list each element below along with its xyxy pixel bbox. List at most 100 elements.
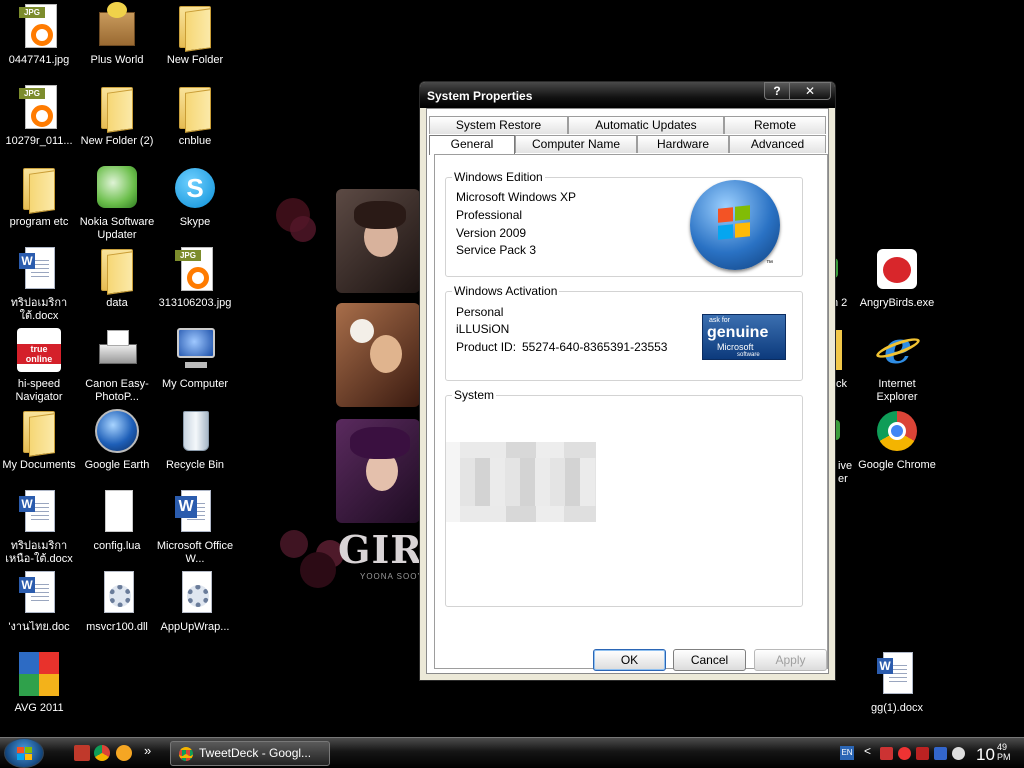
- desktop-icon-my-computer[interactable]: My Computer: [156, 326, 234, 391]
- file-icon: [93, 488, 141, 536]
- wallpaper-photo: [336, 303, 420, 407]
- chrome-icon: [873, 407, 921, 455]
- product-id-value: 55274-640-8365391-23553: [522, 340, 668, 354]
- angry-bird-icon: [873, 245, 921, 293]
- tray-app-icon[interactable]: [880, 747, 893, 760]
- desktop-icon-trip-south-america[interactable]: W ทริปอเมริกาใต้.docx: [0, 245, 78, 323]
- desktop-icon-new-folder-2[interactable]: New Folder (2): [78, 83, 156, 148]
- desktop-icon-313106203-jpg[interactable]: JPG 313106203.jpg: [156, 245, 234, 310]
- desktop-icon-internet-explorer[interactable]: e Internet Explorer: [858, 326, 936, 404]
- desktop-icon-msvcr100-dll[interactable]: msvcr100.dll: [78, 569, 156, 634]
- chrome-icon[interactable]: [94, 745, 110, 761]
- desktop-icon-appupwrap[interactable]: AppUpWrap...: [156, 569, 234, 634]
- desktop-icon-google-chrome[interactable]: Google Chrome: [858, 407, 936, 472]
- desktop-icon-google-earth[interactable]: Google Earth: [78, 407, 156, 472]
- tab-advanced[interactable]: Advanced: [729, 135, 826, 153]
- desktop-icon-program-etc[interactable]: program etc: [0, 164, 78, 229]
- taskbar-button-tweetdeck[interactable]: TweetDeck - Googl...: [170, 741, 330, 766]
- clock-minute: 49: [997, 742, 1008, 752]
- desktop-icon-label: Google Chrome: [858, 459, 936, 471]
- internet-explorer-icon: e: [873, 326, 922, 374]
- chrome-icon: [179, 747, 193, 761]
- desktop-icon-plus-world[interactable]: Plus World: [78, 2, 156, 67]
- computer-icon: [171, 326, 219, 374]
- desktop-icon-my-documents[interactable]: My Documents: [0, 407, 78, 472]
- desktop-icon-label: program etc: [9, 216, 69, 228]
- desktop-icon-label: 'งานไทย.doc: [8, 621, 70, 633]
- desktop-icon-gg1-docx[interactable]: W gg(1).docx: [858, 650, 936, 715]
- desktop-icon-recycle-bin[interactable]: Recycle Bin: [156, 407, 234, 472]
- desktop-icon-label: ทริปอเมริกาเหนือ-ใต้.docx: [5, 540, 73, 565]
- word-icon: W: [171, 488, 219, 536]
- desktop-icon-canon-easy-photoprint[interactable]: Canon Easy-PhotoP...: [78, 326, 156, 404]
- tab-system-restore[interactable]: System Restore: [429, 116, 568, 134]
- tray-app-icon[interactable]: [898, 747, 911, 760]
- help-button[interactable]: ?: [764, 82, 790, 100]
- volume-icon[interactable]: [952, 747, 965, 760]
- tab-computer-name[interactable]: Computer Name: [515, 135, 637, 153]
- desktop-icon-label: gg(1).docx: [871, 702, 923, 714]
- desktop-icon-label: Nokia Software Updater: [79, 216, 155, 241]
- desktop-icon-hi-speed-navigator[interactable]: true online hi-speed Navigator: [0, 326, 78, 404]
- folder-icon: [171, 2, 219, 52]
- bokeh-circle: [290, 216, 316, 242]
- jpg-file-icon: JPG: [171, 245, 219, 293]
- redacted-system-info: [446, 442, 596, 522]
- desktop-icon-trip-north-south-america[interactable]: W ทริปอเมริกาเหนือ-ใต้.docx: [0, 488, 78, 566]
- genuine-microsoft-badge[interactable]: ask for genuine Microsoft software: [702, 314, 786, 360]
- clock-ampm: PM: [997, 752, 1011, 762]
- registered-user: Personal: [456, 305, 504, 319]
- desktop-icon-10279r[interactable]: JPG 10279r_011...: [0, 83, 78, 148]
- folder-icon: [171, 83, 219, 133]
- desktop-icon-data[interactable]: data: [78, 245, 156, 310]
- close-button[interactable]: ✕: [789, 82, 831, 100]
- language-indicator[interactable]: EN: [840, 746, 854, 760]
- desktop-icon-angrybirds[interactable]: AngryBirds.exe: [858, 245, 936, 310]
- desktop-icon-config-lua[interactable]: config.lua: [78, 488, 156, 553]
- desktop-icon-label: Recycle Bin: [165, 459, 225, 471]
- ok-button[interactable]: OK: [593, 649, 666, 671]
- desktop-icon-label: hi-speed Navigator: [15, 378, 63, 403]
- apply-button[interactable]: Apply: [754, 649, 827, 671]
- group-label: System: [452, 388, 497, 402]
- desktop-icon-new-folder[interactable]: New Folder: [156, 2, 234, 67]
- desktop-icon-thai-work-doc[interactable]: W 'งานไทย.doc: [0, 569, 78, 634]
- folder-icon: [93, 245, 141, 295]
- dialog-body: System Restore Automatic Updates Remote …: [426, 108, 829, 674]
- tab-automatic-updates[interactable]: Automatic Updates: [568, 116, 724, 134]
- start-button[interactable]: [4, 738, 44, 768]
- globe-icon: [93, 407, 141, 455]
- partial-icon-yellow[interactable]: [836, 330, 842, 370]
- quicklaunch-overflow[interactable]: »: [144, 743, 151, 758]
- tray-app-icon[interactable]: [916, 747, 929, 760]
- desktop-icon-cnblue[interactable]: cnblue: [156, 83, 234, 148]
- service-pack: Service Pack 3: [456, 243, 537, 257]
- show-hidden-icons-arrow[interactable]: <: [864, 744, 871, 758]
- desktop-icon-label: 10279r_011...: [5, 135, 73, 147]
- network-icon[interactable]: [934, 747, 947, 760]
- windows-activation-group: Windows Activation Personal iLLUSiON Pro…: [445, 284, 803, 381]
- title-bar[interactable]: System Properties ? ✕: [420, 82, 835, 108]
- desktop-icon-avg-2011[interactable]: AVG 2011: [0, 650, 78, 715]
- desktop-icon-label: New Folder (2): [80, 135, 154, 147]
- quicklaunch-app-icon[interactable]: [116, 745, 132, 761]
- taskbar: » TweetDeck - Googl... EN < 10 49 PM: [0, 737, 1024, 768]
- box-icon: [93, 2, 141, 50]
- trademark-symbol: ™: [766, 260, 773, 267]
- desktop-icon-label: My Computer: [161, 378, 229, 390]
- tab-hardware[interactable]: Hardware: [637, 135, 729, 153]
- cancel-button[interactable]: Cancel: [673, 649, 746, 671]
- window-title: System Properties: [427, 89, 533, 103]
- desktop-icon-label: cnblue: [178, 135, 212, 147]
- system-properties-window[interactable]: System Properties ? ✕ System Restore Aut…: [419, 81, 836, 681]
- tab-remote[interactable]: Remote: [724, 116, 826, 134]
- tab-general[interactable]: General: [429, 135, 515, 155]
- desktop-icon-label: Google Earth: [84, 459, 150, 471]
- desktop-icon-microsoft-office-word[interactable]: W Microsoft Office W...: [156, 488, 234, 566]
- desktop-icon-skype[interactable]: S Skype: [156, 164, 234, 229]
- skype-icon: S: [171, 164, 219, 212]
- folder-icon: [15, 407, 63, 457]
- quicklaunch-app-icon[interactable]: [74, 745, 90, 761]
- desktop-icon-nokia-software-updater[interactable]: Nokia Software Updater: [78, 164, 156, 242]
- desktop-icon-0447741-jpg[interactable]: JPG 0447741.jpg: [0, 2, 78, 67]
